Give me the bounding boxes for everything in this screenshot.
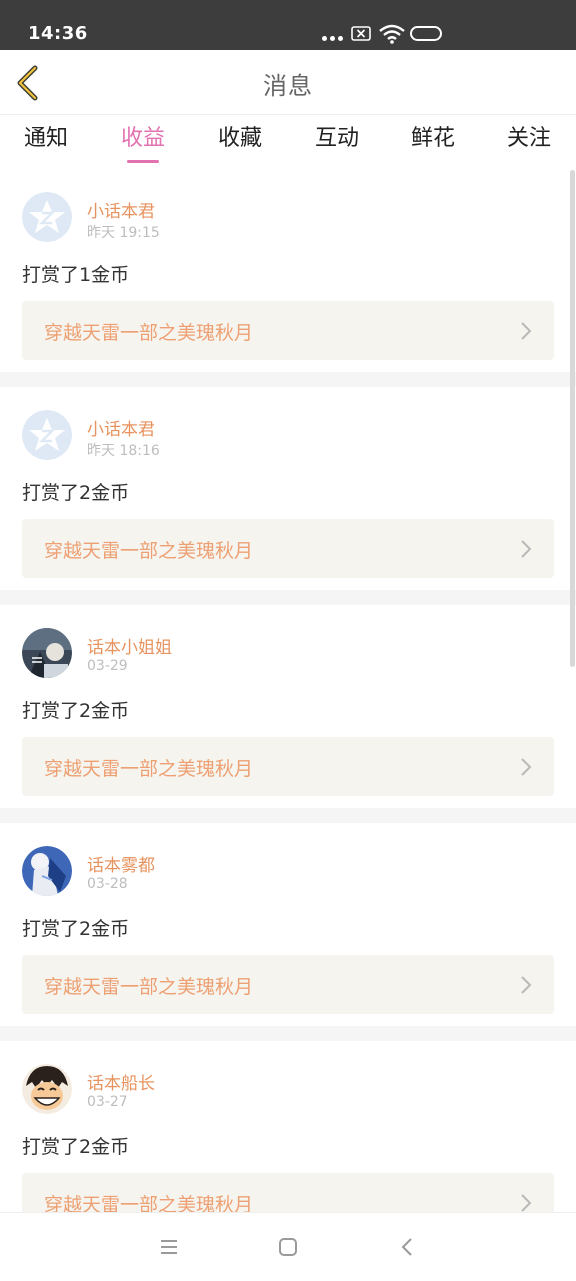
tab-bar: 通知 收益 收藏 互动 鲜花 关注 [0,115,576,169]
book-link[interactable]: 穿越天雷一部之美瑰秋月 [22,737,554,796]
chevron-right-icon [521,1194,532,1212]
separator [0,372,576,387]
tab-favorites[interactable]: 收藏 [200,125,280,165]
username[interactable]: 话本小姐姐 [87,633,172,658]
tab-label: 收藏 [217,126,262,151]
tab-label: 鲜花 [410,126,455,151]
book-title: 穿越天雷一部之美瑰秋月 [44,976,254,998]
more-dots-icon [322,36,343,41]
menu-icon[interactable] [157,1235,181,1259]
tab-label: 互动 [314,126,359,151]
tab-following[interactable]: 关注 [489,125,569,165]
book-link[interactable]: 穿越天雷一部之美瑰秋月 [22,301,554,360]
back-triangle-icon[interactable] [396,1235,420,1259]
username[interactable]: 小话本君 [87,415,155,440]
message-list[interactable]: 小话本君 昨天 19:15 打赏了1金币 穿越天雷一部之美瑰秋月 小话本君 昨天… [0,169,576,1212]
message-card: 话本船长 03-27 打赏了2金币 穿越天雷一部之美瑰秋月 [0,1041,576,1212]
message-card: 小话本君 昨天 18:16 打赏了2金币 穿越天雷一部之美瑰秋月 [0,387,576,590]
tab-indicator [127,160,159,163]
message-card: 话本小姐姐 03-29 打赏了2金币 穿越天雷一部之美瑰秋月 [0,605,576,808]
battery-icon: 62 [410,26,442,41]
tab-notifications[interactable]: 通知 [6,125,86,165]
username[interactable]: 话本雾都 [87,851,155,876]
username[interactable]: 小话本君 [87,197,155,222]
tab-flowers[interactable]: 鲜花 [393,125,473,165]
battery-level: 62 [419,28,433,39]
tab-label: 收益 [120,126,165,151]
chevron-right-icon [521,976,532,994]
message-time: 昨天 19:15 [87,225,160,241]
book-title: 穿越天雷一部之美瑰秋月 [44,322,254,344]
message-time: 03-29 [87,658,128,674]
page-title: 消息 [263,72,313,100]
system-nav-bar [0,1212,576,1281]
message-text: 打赏了2金币 [22,482,130,504]
star-logo-avatar[interactable] [22,410,72,460]
message-time: 昨天 18:16 [87,443,160,459]
message-card: 小话本君 昨天 19:15 打赏了1金币 穿越天雷一部之美瑰秋月 [0,169,576,372]
cartoon-avatar[interactable] [22,1064,72,1114]
message-time: 03-27 [87,1094,128,1110]
wifi-icon [379,24,405,44]
separator [0,590,576,605]
app-bar: 消息 [0,50,576,115]
book-title: 穿越天雷一部之美瑰秋月 [44,1194,254,1212]
tab-interactions[interactable]: 互动 [297,125,377,165]
separator [0,1026,576,1041]
book-title: 穿越天雷一部之美瑰秋月 [44,540,254,562]
chevron-right-icon [521,322,532,340]
photo-avatar[interactable] [22,846,72,896]
status-bar: 14:36 62 [0,0,576,50]
home-square-icon[interactable] [276,1235,300,1259]
sim-no-signal-icon [351,26,371,41]
book-title: 穿越天雷一部之美瑰秋月 [44,758,254,780]
message-text: 打赏了2金币 [22,918,130,940]
tab-earnings[interactable]: 收益 [103,125,183,165]
book-link[interactable]: 穿越天雷一部之美瑰秋月 [22,955,554,1014]
chevron-right-icon [521,758,532,776]
message-text: 打赏了1金币 [22,264,130,286]
message-text: 打赏了2金币 [22,1136,130,1158]
photo-avatar[interactable] [22,628,72,678]
book-link[interactable]: 穿越天雷一部之美瑰秋月 [22,1173,554,1212]
tab-label: 通知 [23,126,68,151]
status-time: 14:36 [28,23,88,44]
separator [0,808,576,823]
message-time: 03-28 [87,876,128,892]
username[interactable]: 话本船长 [87,1069,155,1094]
message-card: 话本雾都 03-28 打赏了2金币 穿越天雷一部之美瑰秋月 [0,823,576,1026]
tab-label: 关注 [506,126,551,151]
book-link[interactable]: 穿越天雷一部之美瑰秋月 [22,519,554,578]
chevron-right-icon [521,540,532,558]
message-text: 打赏了2金币 [22,700,130,722]
scrollbar[interactable] [570,170,575,667]
star-logo-avatar[interactable] [22,192,72,242]
